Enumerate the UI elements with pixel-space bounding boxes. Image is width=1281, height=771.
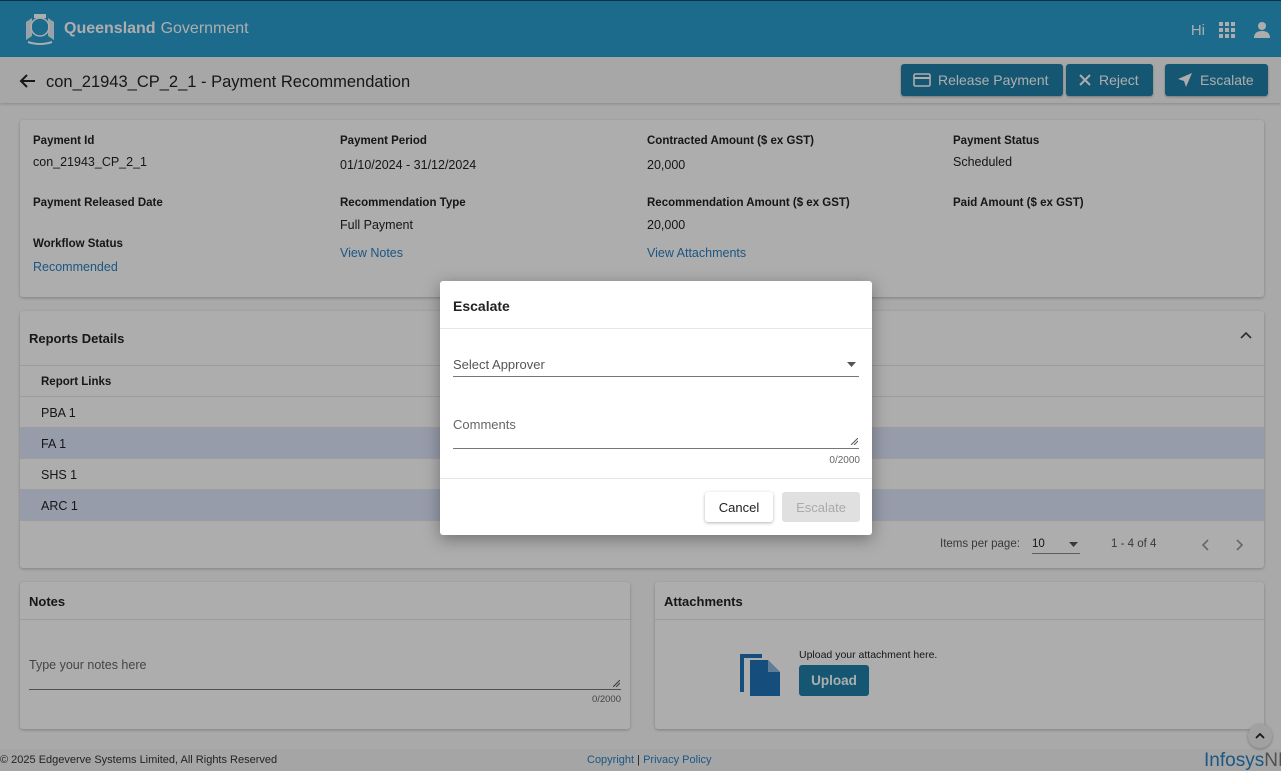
dialog-title: Escalate <box>453 298 510 314</box>
comments-textarea[interactable]: Comments <box>453 407 859 449</box>
resize-handle-icon[interactable] <box>851 438 858 445</box>
cancel-label: Cancel <box>718 499 760 515</box>
escalate-dialog: Escalate Select Approver Comments 0/2000… <box>440 281 872 535</box>
dialog-header-divider <box>440 328 872 329</box>
comments-placeholder: Comments <box>453 417 516 432</box>
cancel-button[interactable]: Cancel <box>705 492 773 522</box>
comments-counter: 0/2000 <box>829 455 860 466</box>
select-approver-dropdown[interactable]: Select Approver <box>453 347 859 377</box>
dialog-footer-divider <box>440 478 872 479</box>
select-approver-placeholder: Select Approver <box>453 357 545 372</box>
dropdown-arrow-icon <box>847 362 856 367</box>
escalate-submit-label: Escalate <box>796 499 846 515</box>
escalate-submit-button[interactable]: Escalate <box>782 492 860 522</box>
